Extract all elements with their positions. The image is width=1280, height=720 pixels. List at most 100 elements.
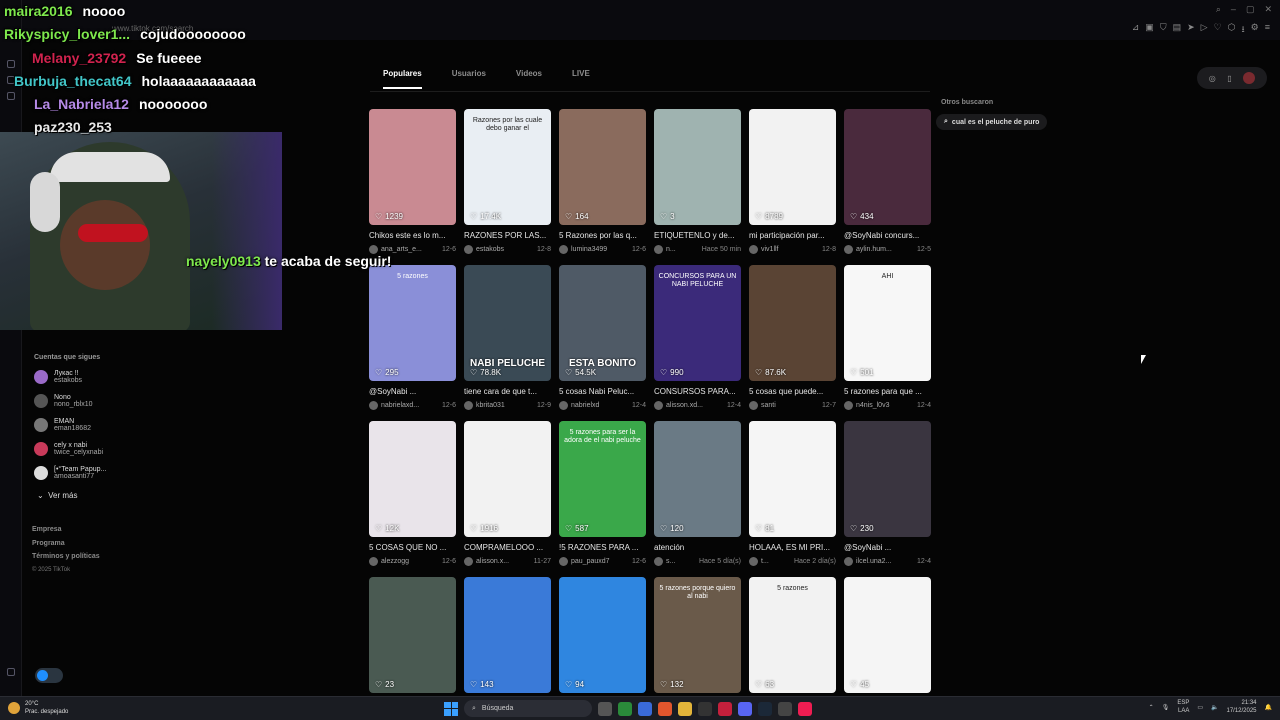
author-name[interactable]: alezzogg <box>381 558 409 565</box>
video-thumbnail[interactable]: 5 razones ♡ 63 <box>749 577 836 693</box>
video-thumbnail[interactable]: ♡ 143 <box>464 577 551 693</box>
profile-avatar[interactable] <box>1243 72 1256 84</box>
video-thumbnail[interactable]: 5 razones para ser la adora de el nabi p… <box>559 421 646 537</box>
clock[interactable]: 21:34 17/12/2025 <box>1226 699 1256 715</box>
author-name[interactable]: alisson.x... <box>476 558 509 565</box>
play-icon[interactable]: ▷ <box>1201 22 1208 38</box>
video-thumbnail[interactable]: ♡ 1239 <box>369 109 456 225</box>
brave-icon[interactable] <box>658 701 672 716</box>
send-icon[interactable]: ➤ <box>1187 22 1195 38</box>
close-icon[interactable]: ✕ <box>1264 4 1272 15</box>
notification-icon[interactable]: 🔔 <box>1265 704 1272 711</box>
download-icon[interactable]: ⭳ <box>1242 22 1245 38</box>
opera-icon[interactable] <box>718 701 732 716</box>
following-account[interactable]: [•°Team Papup... amoasanti77 <box>34 465 106 481</box>
maximize-icon[interactable]: ▢ <box>1246 4 1255 15</box>
author-name[interactable]: alisson.xd... <box>666 402 703 409</box>
video-card[interactable]: NABI PELUCHE ♡ 78.8K tiene cara de que t.… <box>464 265 551 421</box>
discord-icon[interactable] <box>738 701 752 716</box>
video-card[interactable]: ♡ 1916 COMPRAMELOOO ... alisson.x... 11-2… <box>464 421 551 577</box>
author-name[interactable]: t... <box>761 558 769 565</box>
following-account[interactable]: Nono nono_rblx10 <box>34 393 106 409</box>
author-avatar[interactable] <box>844 557 853 566</box>
tiktok-icon[interactable] <box>798 701 812 716</box>
following-account[interactable]: EMAN eman18682 <box>34 417 106 433</box>
search-icon[interactable]: ⌕ <box>1216 4 1221 15</box>
video-title[interactable]: ETIQUETENLO y de... <box>654 231 741 240</box>
following-account[interactable]: cely x nabi twice_celyxnabi <box>34 441 106 457</box>
author-avatar[interactable] <box>559 557 568 566</box>
minimize-icon[interactable]: – <box>1231 4 1236 15</box>
video-title[interactable]: COMPRAMELOOO ... <box>464 543 551 552</box>
network-icon[interactable]: ▭ <box>1197 704 1203 711</box>
heart-icon[interactable]: ♡ <box>1214 22 1222 38</box>
author-avatar[interactable] <box>749 401 758 410</box>
video-title[interactable]: atención <box>654 543 741 552</box>
video-thumbnail[interactable]: ♡ 434 <box>844 109 931 225</box>
volume-icon[interactable]: 🔈 <box>1211 704 1218 711</box>
video-thumbnail[interactable]: ♡ 87.6K <box>749 265 836 381</box>
author-avatar[interactable] <box>559 245 568 254</box>
video-thumbnail[interactable]: CONCURSOS PARA UN NABI PELUCHE ♡ 990 <box>654 265 741 381</box>
video-thumbnail[interactable]: NABI PELUCHE ♡ 78.8K <box>464 265 551 381</box>
author-avatar[interactable] <box>654 401 663 410</box>
author-name[interactable]: pau_pauxd7 <box>571 558 610 565</box>
folder-icon[interactable] <box>678 701 692 716</box>
video-title[interactable]: @SoyNabi ... <box>844 543 931 552</box>
video-title[interactable]: 5 COSAS QUE NO ... <box>369 543 456 552</box>
video-thumbnail[interactable]: AHI ♡ 501 <box>844 265 931 381</box>
author-name[interactable]: n4nis_l0v3 <box>856 402 889 409</box>
video-title[interactable]: CONSURSOS PARA... <box>654 387 741 396</box>
video-card[interactable]: ♡ 434 @SoyNabi concurs... aylin.hum... 12… <box>844 109 931 265</box>
author-avatar[interactable] <box>369 401 378 410</box>
chevron-up-icon[interactable]: ⌃ <box>1149 704 1154 711</box>
author-avatar[interactable] <box>844 245 853 254</box>
video-thumbnail[interactable]: ♡ 230 <box>844 421 931 537</box>
mic-icon[interactable]: 🎙 <box>1162 704 1170 711</box>
tab-videos[interactable]: Videos <box>516 69 542 89</box>
video-card[interactable]: CONCURSOS PARA UN NABI PELUCHE ♡ 990 CONS… <box>654 265 741 421</box>
cube-icon[interactable]: ⬡ <box>1228 22 1236 38</box>
video-card[interactable]: 5 razones para ser la adora de el nabi p… <box>559 421 646 577</box>
video-title[interactable]: @SoyNabi concurs... <box>844 231 931 240</box>
video-title[interactable]: 5 cosas Nabi Peluc... <box>559 387 646 396</box>
video-card[interactable]: ♡ 120 atención s... Hace 5 día(s) <box>654 421 741 577</box>
video-title[interactable]: RAZONES POR LAS... <box>464 231 551 240</box>
video-thumbnail[interactable]: ♡ 120 <box>654 421 741 537</box>
taskbar-search[interactable]: ⌕ Búsqueda <box>464 700 592 717</box>
video-thumbnail[interactable]: 5 razones porque quiero al nabi ♡ 132 <box>654 577 741 693</box>
video-thumbnail[interactable]: ♡ 3 <box>654 109 741 225</box>
video-card[interactable]: ESTA BONITO ♡ 54.5K 5 cosas Nabi Peluc...… <box>559 265 646 421</box>
menu-icon[interactable]: ≡ <box>1265 22 1270 38</box>
author-avatar[interactable] <box>369 557 378 566</box>
author-name[interactable]: s... <box>666 558 675 565</box>
author-name[interactable]: ilcel.una2... <box>856 558 891 565</box>
author-avatar[interactable] <box>654 245 663 254</box>
rail-icon[interactable] <box>7 60 15 68</box>
author-avatar[interactable] <box>749 245 758 254</box>
author-name[interactable]: kbrita031 <box>476 402 505 409</box>
vscode-icon[interactable] <box>638 701 652 716</box>
author-name[interactable]: lumina3499 <box>571 246 607 253</box>
video-card[interactable]: ♡ 87.6K 5 cosas que puede... santi 12-7 <box>749 265 836 421</box>
tab-populares[interactable]: Populares <box>383 69 422 89</box>
author-avatar[interactable] <box>844 401 853 410</box>
author-name[interactable]: nabrielxd <box>571 402 599 409</box>
footer-link-terms[interactable]: Términos y políticas <box>32 550 100 564</box>
video-title[interactable]: tiene cara de que t... <box>464 387 551 396</box>
theme-toggle[interactable] <box>35 668 63 683</box>
tab-live[interactable]: LIVE <box>572 69 590 89</box>
video-thumbnail[interactable]: ♡ 23 <box>369 577 456 693</box>
video-card[interactable]: ♡ 164 5 Razones por las q... lumina3499 1… <box>559 109 646 265</box>
settings-icon[interactable]: ⚙ <box>1251 22 1259 38</box>
video-card[interactable]: AHI ♡ 501 5 razones para que ... n4nis_l0… <box>844 265 931 421</box>
see-more-link[interactable]: ⌄ Ver más <box>37 491 106 500</box>
video-title[interactable]: 5 razones para que ... <box>844 387 931 396</box>
video-card[interactable]: ♡ 12K 5 COSAS QUE NO ... alezzogg 12-6 <box>369 421 456 577</box>
author-name[interactable]: aylin.hum... <box>856 246 892 253</box>
video-title[interactable]: !5 RAZONES PARA ... <box>559 543 646 552</box>
video-thumbnail[interactable]: ♡ 94 <box>559 577 646 693</box>
video-card[interactable]: ♡ 3 ETIQUETENLO y de... n... Hace 50 min <box>654 109 741 265</box>
author-avatar[interactable] <box>464 245 473 254</box>
weather-widget[interactable]: 20°C Prac. despejado <box>8 700 68 716</box>
